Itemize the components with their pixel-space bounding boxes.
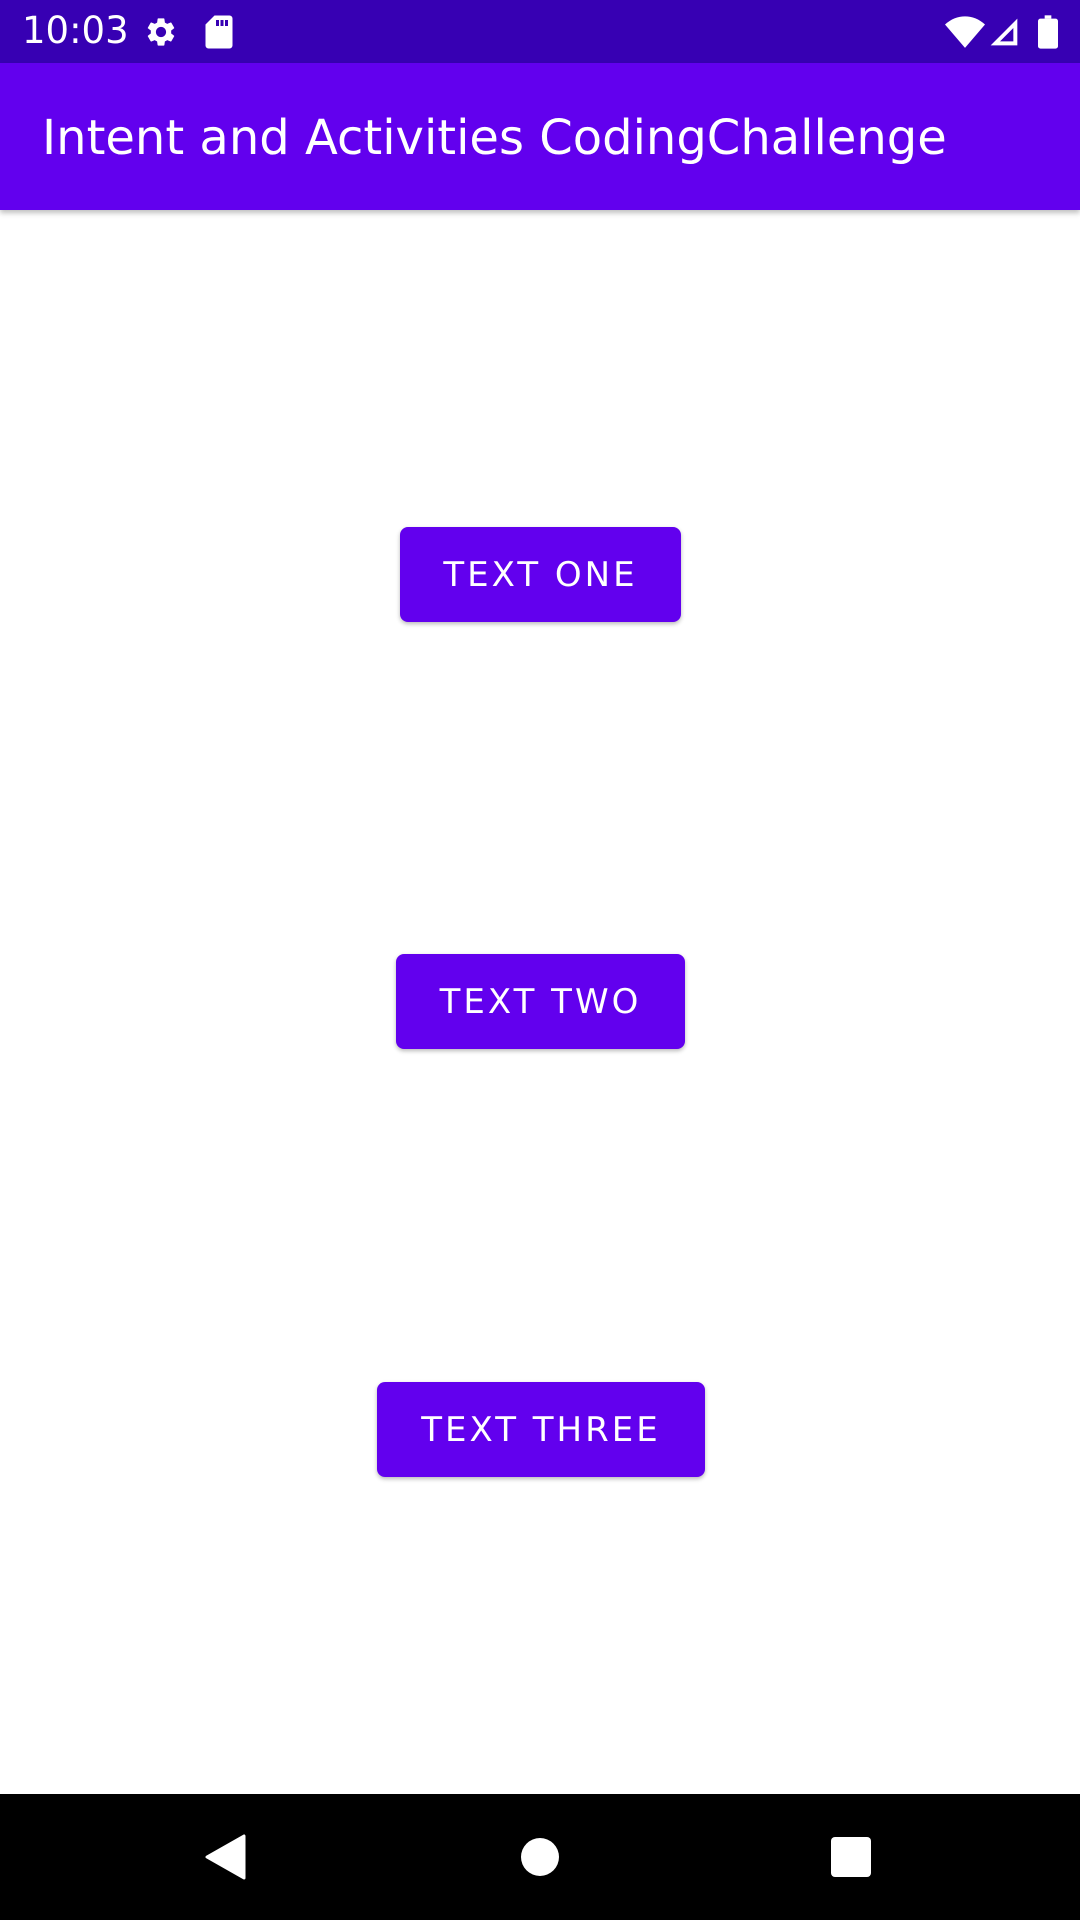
text-three-button[interactable]: TEXT THREE bbox=[377, 1382, 705, 1477]
app-bar: Intent and Activities CodingChallenge bbox=[0, 63, 1080, 210]
status-bar: 10:03 bbox=[0, 0, 1080, 63]
main-content: TEXT ONE TEXT TWO TEXT THREE bbox=[0, 210, 1080, 1794]
battery-icon bbox=[1036, 0, 1060, 63]
recents-icon[interactable] bbox=[788, 1794, 914, 1920]
signal-icon bbox=[986, 0, 1022, 63]
navigation-bar bbox=[0, 1794, 1080, 1920]
wifi-icon bbox=[944, 0, 986, 63]
text-one-button[interactable]: TEXT ONE bbox=[400, 527, 681, 622]
sd-card-icon bbox=[201, 0, 237, 63]
status-time: 10:03 bbox=[22, 9, 129, 52]
page-title: Intent and Activities CodingChallenge bbox=[42, 110, 947, 166]
settings-icon bbox=[140, 0, 182, 63]
home-icon[interactable] bbox=[477, 1794, 603, 1920]
text-two-button[interactable]: TEXT TWO bbox=[396, 954, 685, 1049]
back-icon[interactable] bbox=[162, 1794, 288, 1920]
